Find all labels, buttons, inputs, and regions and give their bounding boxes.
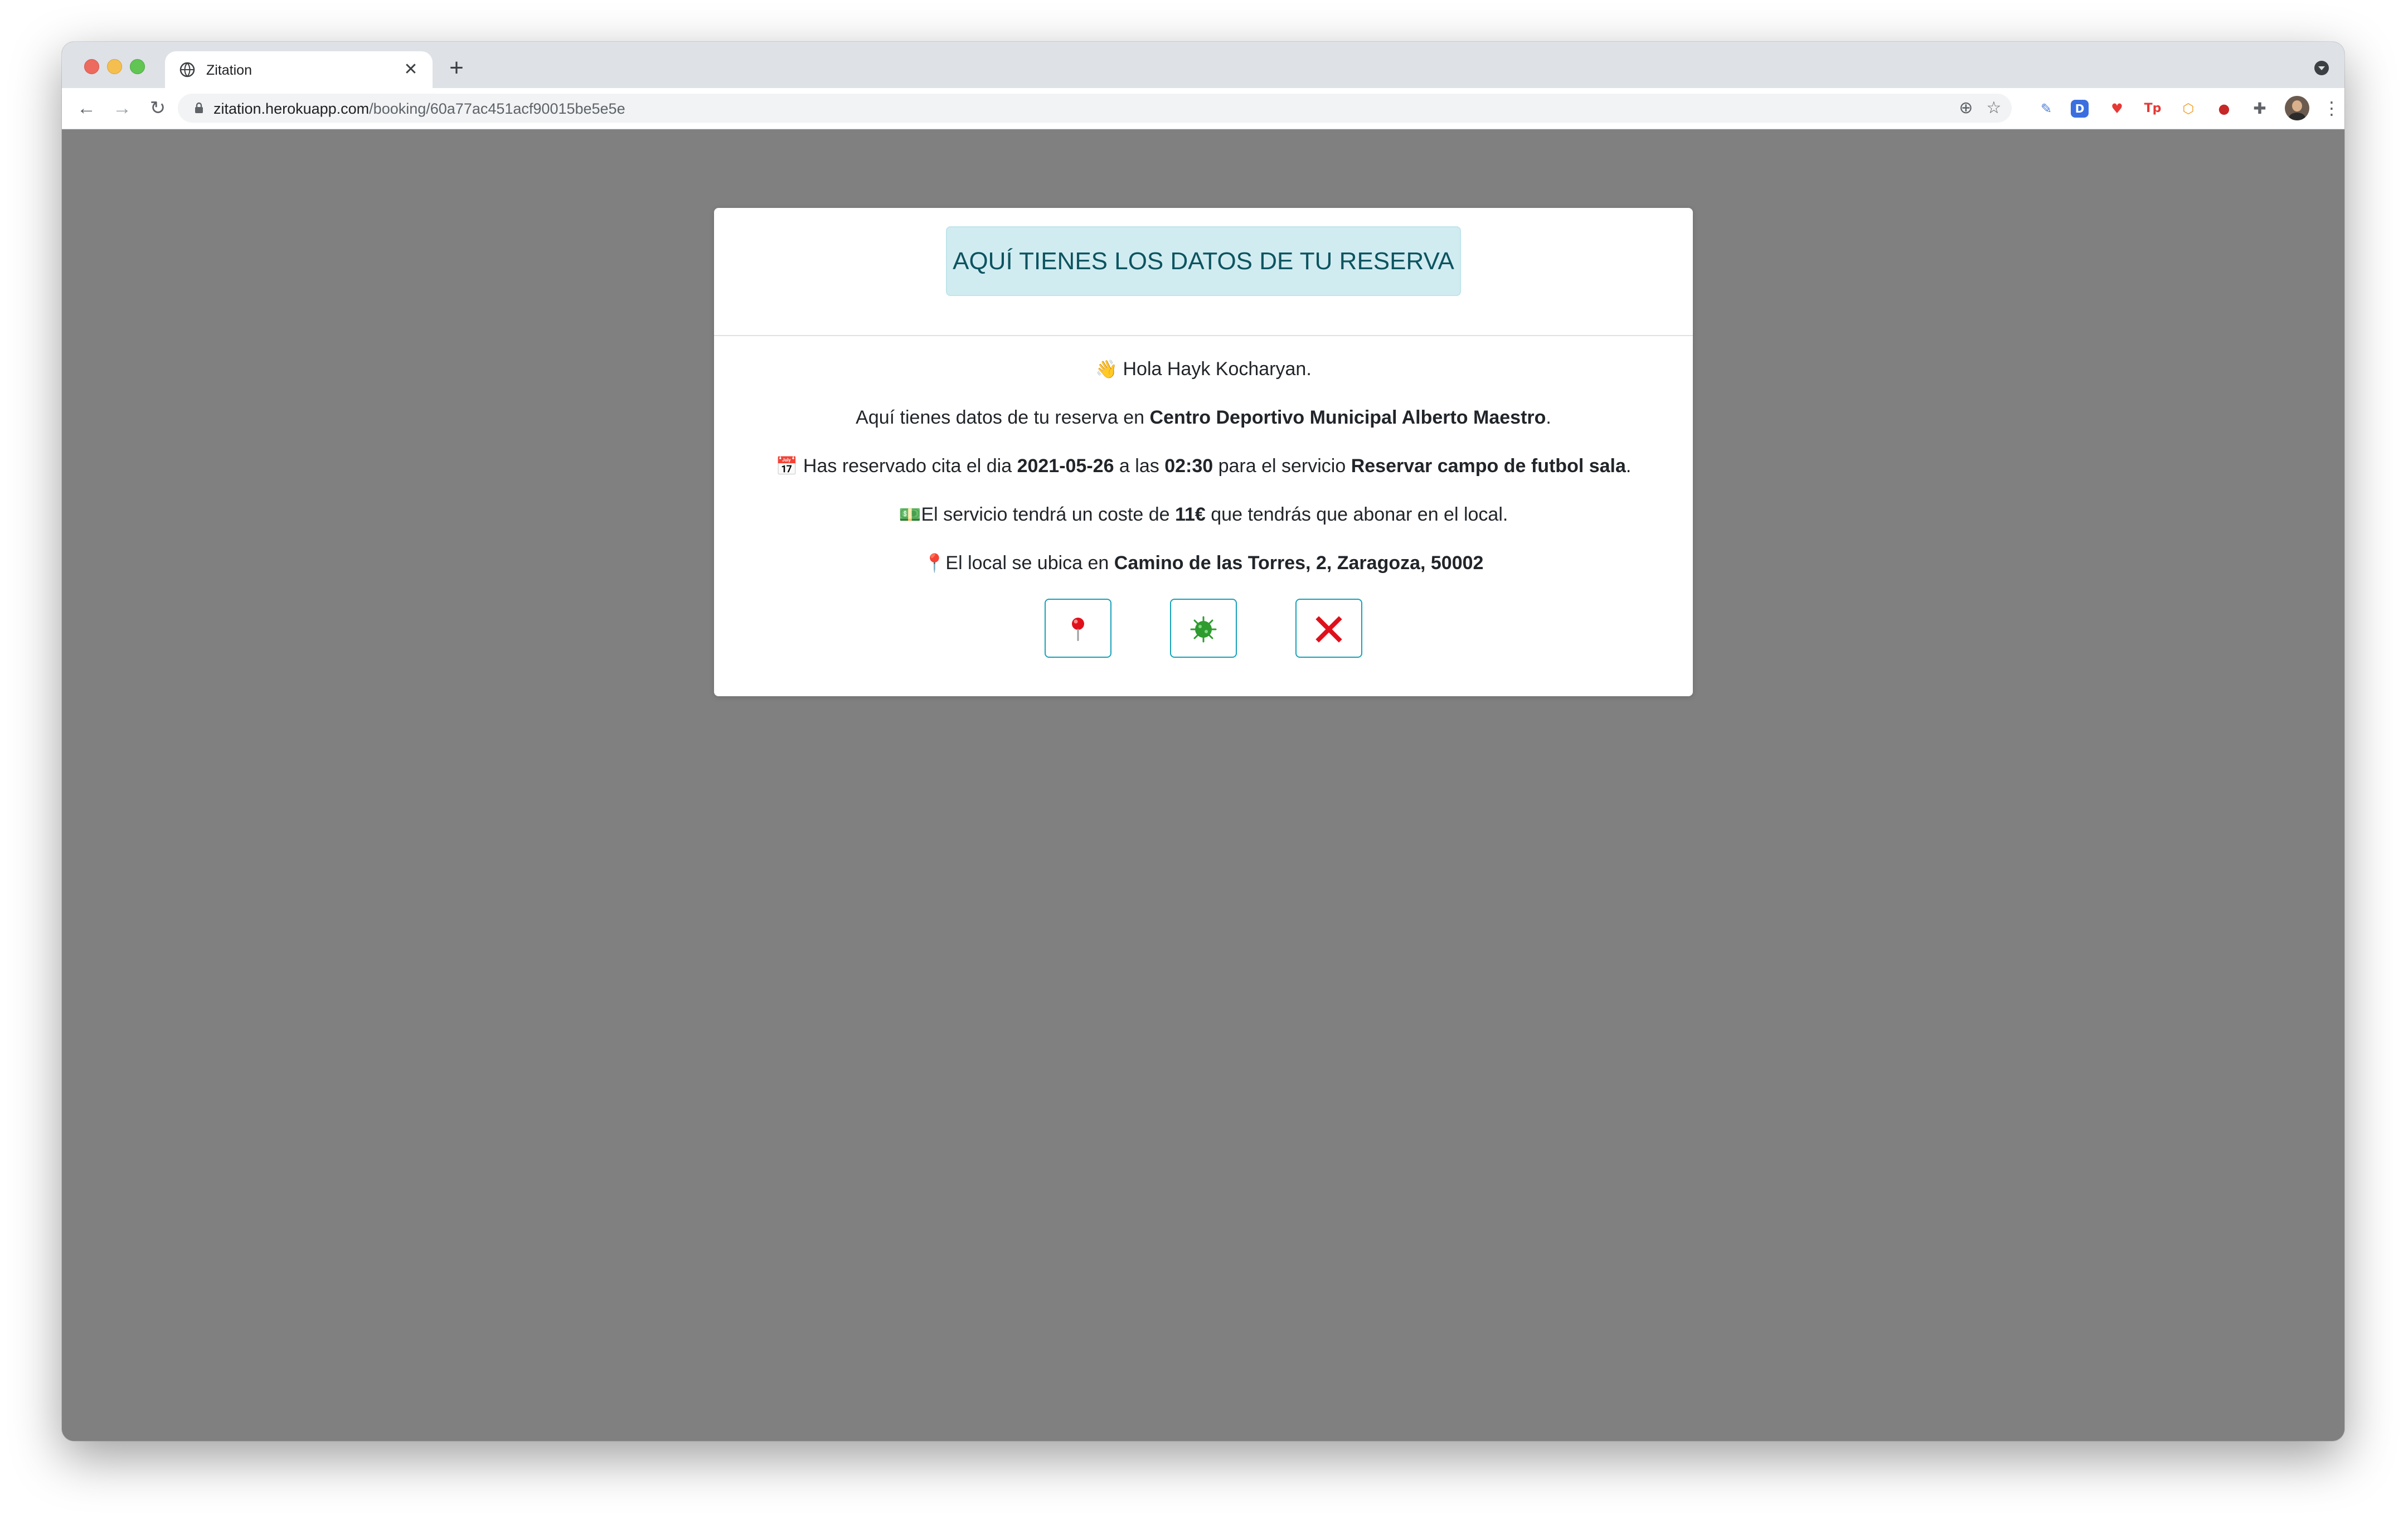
- date-line: 📅 Has reservado cita el dia 2021-05-26 a…: [714, 454, 1693, 478]
- map-pin-icon: [1072, 618, 1084, 641]
- modal-header: AQUÍ TIENES LOS DATOS DE TU RESERVA: [714, 208, 1693, 336]
- price-line: 💵El servicio tendrá un coste de 11€ que …: [714, 502, 1693, 527]
- cancel-booking-button[interactable]: [1295, 599, 1362, 658]
- url-path: /booking/60a77ac451acf90015be5e5e: [369, 100, 625, 117]
- globe-icon: [179, 62, 195, 77]
- pin-icon: 📍: [923, 552, 946, 574]
- page-overlay[interactable]: AQUÍ TIENES LOS DATOS DE TU RESERVA 👋 Ho…: [62, 129, 2344, 1441]
- tp-extension-icon[interactable]: Tp: [2142, 98, 2163, 119]
- booking-date: 2021-05-26: [1017, 455, 1114, 477]
- booking-time: 02:30: [1164, 455, 1213, 477]
- location-line: 📍El local se ubica en Camino de las Torr…: [714, 551, 1693, 575]
- minimize-window-button[interactable]: [107, 59, 122, 74]
- booking-title-alert: AQUÍ TIENES LOS DATOS DE TU RESERVA: [946, 226, 1461, 296]
- browser-menu-icon[interactable]: ⋮: [2320, 97, 2343, 119]
- browser-window: Zitation ✕ + ← → ↻ zitation.herokuapp.co…: [62, 42, 2344, 1441]
- hex-extension-icon[interactable]: ⬡: [2178, 98, 2199, 119]
- profile-avatar[interactable]: [2285, 96, 2309, 120]
- red-circle-extension-icon[interactable]: ●: [2213, 98, 2235, 119]
- action-buttons: [714, 599, 1693, 660]
- red-x-icon: [1315, 616, 1342, 643]
- tab-title: Zitation: [206, 62, 252, 78]
- center-name: Centro Deportivo Municipal Alberto Maest…: [1149, 407, 1546, 428]
- browser-toolbar: ← → ↻ zitation.herokuapp.com/booking/60a…: [62, 88, 2344, 129]
- tab-close-icon[interactable]: ✕: [400, 59, 421, 80]
- lock-icon: [195, 102, 203, 113]
- new-tab-button[interactable]: +: [445, 56, 468, 80]
- date-mid1: a las: [1114, 455, 1165, 477]
- booking-service: Reservar campo de futbol sala: [1351, 455, 1626, 477]
- greeting-text: Hola Hayk Kocharyan.: [1123, 358, 1312, 380]
- back-button[interactable]: ←: [74, 96, 99, 120]
- feather-extension-icon[interactable]: ✎: [2036, 98, 2057, 119]
- bookmark-star-icon[interactable]: ☆: [1984, 98, 2004, 118]
- price-suffix: que tendrás que abonar en el local.: [1205, 504, 1508, 525]
- date-suffix: .: [1625, 455, 1632, 477]
- address-bar[interactable]: zitation.herokuapp.com/booking/60a77ac45…: [178, 94, 2012, 123]
- center-prefix: Aquí tienes datos de tu reserva en: [856, 407, 1150, 428]
- center-line: Aquí tienes datos de tu reserva en Centr…: [714, 405, 1693, 430]
- tab-strip: Zitation ✕ +: [62, 42, 2344, 88]
- money-icon: 💵: [899, 504, 921, 525]
- maximize-window-button[interactable]: [130, 59, 145, 74]
- virus-icon: [1190, 616, 1217, 643]
- tab-search-icon[interactable]: [2314, 61, 2329, 75]
- extensions-puzzle-icon[interactable]: ✚: [2249, 98, 2270, 119]
- date-prefix: Has reservado cita el dia: [803, 455, 1017, 477]
- reload-button[interactable]: ↻: [145, 96, 170, 120]
- location-prefix: El local se ubica en: [945, 552, 1114, 574]
- greeting-line: 👋 Hola Hayk Kocharyan.: [714, 357, 1693, 381]
- date-mid2: para el servicio: [1213, 455, 1351, 477]
- tab-zitation[interactable]: Zitation ✕: [165, 51, 433, 88]
- calendar-icon: 📅: [775, 455, 798, 477]
- url-text[interactable]: zitation.herokuapp.com/booking/60a77ac45…: [213, 100, 625, 117]
- booking-address: Camino de las Torres, 2, Zaragoza, 50002: [1114, 552, 1484, 574]
- covid-info-button[interactable]: [1170, 599, 1237, 658]
- price-prefix: El servicio tendrá un coste de: [921, 504, 1175, 525]
- waving-hand-icon: 👋: [1095, 358, 1118, 380]
- zoom-icon[interactable]: ⊕: [1956, 98, 1976, 118]
- map-pin-button[interactable]: [1045, 599, 1111, 658]
- url-host: zitation.herokuapp.com: [213, 100, 370, 117]
- close-window-button[interactable]: [84, 59, 99, 74]
- shield-extension-icon[interactable]: ♥: [2106, 98, 2128, 119]
- booking-price: 11€: [1174, 504, 1206, 525]
- forward-button[interactable]: →: [110, 96, 134, 120]
- d-extension-icon[interactable]: D: [2071, 100, 2089, 118]
- center-suffix: .: [1546, 407, 1551, 428]
